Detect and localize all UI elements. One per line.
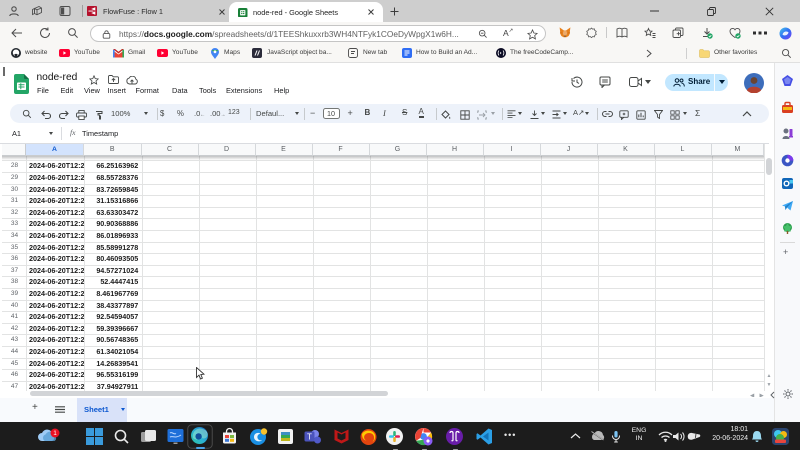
svg-text:1: 1: [53, 430, 57, 437]
svg-text:T: T: [307, 432, 312, 441]
